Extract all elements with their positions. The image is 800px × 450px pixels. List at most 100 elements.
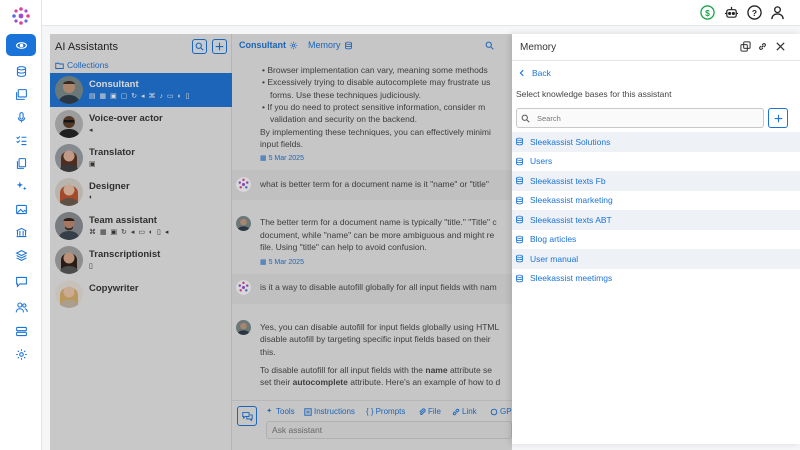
assistant-item-translator[interactable]: Translator ▣: [50, 141, 232, 175]
collections-link[interactable]: Collections: [55, 60, 109, 70]
user-avatar: [236, 280, 251, 295]
assistant-capabilities: ▣: [89, 161, 97, 168]
institution-icon[interactable]: [6, 221, 36, 243]
add-knowledge-base-button[interactable]: [768, 108, 788, 128]
text-part: To disable autofill for all input fields…: [260, 365, 426, 375]
divider: [512, 60, 800, 61]
gallery-icon[interactable]: [6, 83, 36, 105]
assistant-name: Copywriter: [89, 283, 139, 294]
assistant-capabilities: ⌘ ▦ ▣ ↻ ◂ ▭ ◐ ▯ ◂: [89, 229, 170, 236]
assistants-icon[interactable]: [6, 34, 36, 56]
calendar-icon: ▦: [260, 259, 269, 266]
avatar: [55, 76, 83, 104]
documents-icon[interactable]: [6, 152, 36, 174]
knowledge-base-item[interactable]: Sleekassist texts ABT: [512, 210, 800, 230]
assistant-capabilities: ▯: [89, 263, 94, 270]
dollar-icon[interactable]: $: [700, 5, 715, 20]
layers-icon[interactable]: [6, 244, 36, 266]
tools-button[interactable]: Tools: [266, 407, 295, 416]
link-button[interactable]: Link: [452, 407, 477, 416]
assistant-name: Team assistant: [89, 215, 157, 226]
knowledge-base-label: Users: [530, 156, 553, 167]
assistant-capabilities: ◐: [89, 194, 95, 201]
search-chat-icon[interactable]: [485, 41, 494, 50]
server-icon[interactable]: [6, 320, 36, 342]
assistant-avatar: [236, 216, 251, 231]
knowledge-base-label: User manual: [530, 253, 579, 264]
users-icon[interactable]: [6, 296, 36, 318]
knowledge-base-label: Sleekassist marketing: [530, 195, 613, 206]
assistants-panel: AI Assistants Collections Consultant ▤ ▦…: [50, 34, 232, 450]
assistant-item-transcriptionist[interactable]: Transcriptionist ▯: [50, 243, 232, 277]
copy-icon[interactable]: [740, 41, 751, 52]
tab-memory-label: Memory: [308, 40, 341, 50]
user-avatar: [236, 177, 251, 192]
instructions-button[interactable]: Instructions: [304, 407, 355, 416]
memory-panel: Memory Back Select knowledge bases for t…: [512, 34, 800, 444]
message-text: document, while "name" can be more ambig…: [260, 230, 495, 240]
image-icon[interactable]: [6, 198, 36, 220]
message-text: • Browser implementation can vary, meani…: [262, 65, 488, 75]
sparkles-icon[interactable]: [6, 175, 36, 197]
assistant-item-team-assistant[interactable]: Team assistant ⌘ ▦ ▣ ↻ ◂ ▭ ◐ ▯ ◂: [50, 209, 232, 243]
ask-assistant-input[interactable]: [266, 421, 512, 439]
message-text: • If you do need to protect sensitive in…: [262, 102, 486, 112]
app-logo[interactable]: [11, 6, 31, 26]
folder-icon: [55, 62, 64, 69]
back-label: Back: [532, 68, 551, 78]
knowledge-base-item[interactable]: Users: [512, 152, 800, 172]
help-icon[interactable]: ?: [747, 5, 762, 20]
assistant-item-designer[interactable]: Designer ◐: [50, 175, 232, 209]
knowledge-base-item[interactable]: Blog articles: [512, 230, 800, 250]
knowledge-base-item[interactable]: User manual: [512, 249, 800, 269]
user-message: what is better term for a document name …: [232, 170, 512, 200]
tasks-icon[interactable]: [6, 129, 36, 151]
message-text: By implementing these techniques, you ca…: [260, 127, 491, 137]
add-assistant-button[interactable]: [212, 39, 227, 54]
list-icon: [304, 407, 312, 416]
chats-button[interactable]: [237, 406, 257, 426]
message-text: validation and security on the backend.: [270, 114, 417, 124]
file-button[interactable]: File: [418, 407, 441, 416]
back-button[interactable]: Back: [518, 68, 551, 78]
search-field[interactable]: [516, 108, 764, 128]
tab-memory[interactable]: Memory: [308, 40, 353, 50]
tab-consultant[interactable]: Consultant: [239, 40, 298, 50]
assistant-name: Translator: [89, 147, 135, 158]
file-label: File: [428, 407, 441, 416]
assistants-title: AI Assistants: [55, 41, 118, 53]
composer: Tools Instructions { } Prompts File Link…: [232, 400, 512, 450]
knowledge-base-item[interactable]: Sleekassist texts Fb: [512, 171, 800, 191]
avatar: [55, 280, 83, 308]
robot-icon[interactable]: [724, 5, 739, 20]
knowledge-base-item[interactable]: Sleekassist meetimgs: [512, 269, 800, 289]
svg-text:?: ?: [752, 8, 757, 18]
user-icon[interactable]: [770, 5, 785, 20]
top-bar: $ ?: [42, 0, 800, 26]
database-icon: [516, 137, 523, 146]
link-icon[interactable]: [757, 41, 768, 52]
prompts-button[interactable]: { } Prompts: [366, 407, 405, 416]
date-label: 5 Mar 2025: [268, 155, 304, 162]
search-input[interactable]: [537, 112, 757, 125]
database-icon[interactable]: [6, 60, 36, 82]
search-assistants-button[interactable]: [192, 39, 207, 54]
knowledge-base-item[interactable]: Sleekassist Solutions: [512, 132, 800, 152]
assistant-name: Voice-over actor: [89, 113, 163, 124]
microphone-icon[interactable]: [6, 106, 36, 128]
gpt-button[interactable]: GP: [490, 407, 512, 416]
assistant-item-consultant[interactable]: Consultant ▤ ▦ ▣ ▢ ↻ ◂ ⌘ ♪ ▭ ◐ ▯: [50, 73, 232, 107]
chat-bubbles-icon: [241, 411, 253, 422]
close-icon[interactable]: [775, 41, 786, 52]
assistant-avatar: [236, 320, 251, 335]
assistant-item-voice-over-actor[interactable]: Voice-over actor ◂: [50, 107, 232, 141]
settings-icon[interactable]: [6, 343, 36, 365]
tab-consultant-label: Consultant: [239, 40, 286, 50]
knowledge-base-item[interactable]: Sleekassist marketing: [512, 191, 800, 211]
gpt-icon: [490, 408, 498, 415]
search-icon: [521, 114, 530, 123]
instructions-label: Instructions: [314, 407, 355, 416]
avatar: [55, 246, 83, 274]
assistant-item-copywriter[interactable]: Copywriter: [50, 277, 232, 311]
chat-icon[interactable]: [6, 270, 36, 292]
